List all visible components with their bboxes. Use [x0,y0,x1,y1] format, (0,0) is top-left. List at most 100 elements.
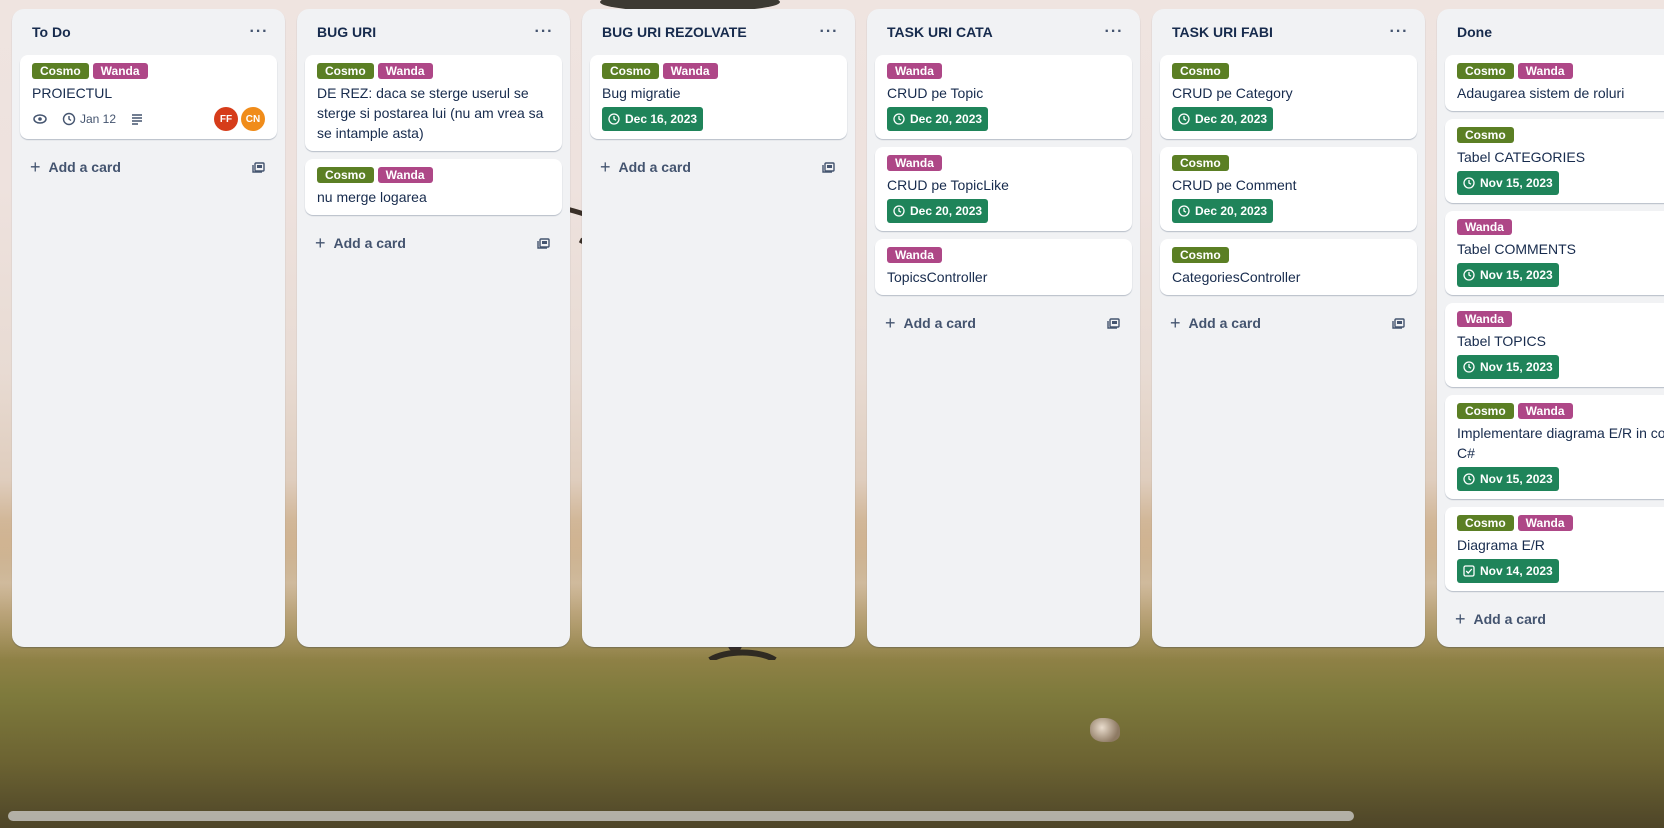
card-title: PROIECTUL [32,85,113,101]
due-date-badge[interactable]: Nov 15, 2023 [1457,467,1559,491]
clock-icon [893,205,905,217]
due-date-text: Nov 15, 2023 [1480,472,1553,486]
add-card-label: Add a card [333,235,406,251]
due-date-badge[interactable]: Dec 20, 2023 [1172,199,1274,223]
label-wanda[interactable]: Wanda [887,63,942,79]
card[interactable]: Wanda Tabel COMMENTS Nov 15, 2023 [1445,211,1664,295]
plus-icon: + [1455,609,1466,629]
card[interactable]: Wanda CRUD pe Topic Dec 20, 2023 [875,55,1132,139]
card-title: DE REZ: daca se sterge userul se sterge … [317,85,544,141]
list-menu-icon[interactable]: ··· [245,18,273,46]
list-title[interactable]: BUG URI REZOLVATE [602,24,747,40]
list-title[interactable]: BUG URI [317,24,376,40]
card[interactable]: Wanda TopicsController [875,239,1132,295]
label-wanda[interactable]: Wanda [1517,515,1573,531]
card[interactable]: Cosmo Wanda nu merge logarea [305,159,562,215]
label-cosmo[interactable]: Cosmo [602,63,659,79]
add-card-button[interactable]: + Add a card [885,314,976,332]
label-wanda[interactable]: Wanda [1517,63,1573,79]
label-cosmo[interactable]: Cosmo [1172,155,1229,171]
list-title[interactable]: To Do [32,24,71,40]
list-menu-icon[interactable]: ··· [1385,18,1413,46]
card-template-icon[interactable] [534,233,554,253]
plus-icon: + [30,157,41,177]
list-done: Done ··· Cosmo Wanda Adaugarea sistem de… [1437,9,1664,647]
card[interactable]: Cosmo CategoriesController [1160,239,1417,295]
card-labels: Cosmo Wanda [1457,63,1664,79]
label-wanda[interactable]: Wanda [377,167,433,183]
due-date-badge[interactable]: Dec 20, 2023 [887,199,989,223]
due-date-badge[interactable]: Dec 20, 2023 [1172,107,1274,131]
add-card-button[interactable]: + Add a card [1170,314,1261,332]
label-wanda[interactable]: Wanda [1517,403,1573,419]
clock-icon [893,113,905,125]
label-wanda[interactable]: Wanda [1457,219,1512,235]
due-date-text: Nov 15, 2023 [1480,360,1553,374]
label-cosmo[interactable]: Cosmo [1457,127,1514,143]
list-title[interactable]: TASK URI FABI [1172,24,1273,40]
card-template-icon[interactable] [249,157,269,177]
label-cosmo[interactable]: Cosmo [1457,515,1514,531]
card[interactable]: Cosmo CRUD pe Category Dec 20, 2023 [1160,55,1417,139]
due-date-badge[interactable]: Nov 15, 2023 [1457,263,1559,287]
card-template-icon[interactable] [1389,313,1409,333]
label-wanda[interactable]: Wanda [662,63,718,79]
avatar[interactable]: CN [241,107,265,131]
card-template-icon[interactable] [819,157,839,177]
label-wanda[interactable]: Wanda [887,247,942,263]
due-date-badge[interactable]: Dec 20, 2023 [887,107,989,131]
card[interactable]: Cosmo Wanda PROIECTUL Jan 12 FF CN [20,55,277,139]
label-cosmo[interactable]: Cosmo [32,63,89,79]
plus-icon: + [600,157,611,177]
list-menu-icon[interactable]: ··· [815,18,843,46]
add-card-button[interactable]: + Add a card [30,157,121,177]
list-footer: + Add a card [20,147,277,187]
label-wanda[interactable]: Wanda [377,63,433,79]
card[interactable]: Cosmo Wanda Bug migratie Dec 16, 2023 [590,55,847,139]
due-date-badge[interactable]: Nov 15, 2023 [1457,355,1559,379]
label-cosmo[interactable]: Cosmo [1172,247,1229,263]
card[interactable]: Wanda Tabel TOPICS Nov 15, 2023 [1445,303,1664,387]
due-date-badge[interactable]: Nov 14, 2023 [1457,559,1559,583]
label-cosmo[interactable]: Cosmo [1172,63,1229,79]
add-card-button[interactable]: + Add a card [315,234,406,252]
label-cosmo[interactable]: Cosmo [1457,63,1514,79]
horizontal-scrollbar[interactable] [8,811,1354,821]
due-date-badge[interactable]: Nov 15, 2023 [1457,171,1559,195]
card[interactable]: Wanda CRUD pe TopicLike Dec 20, 2023 [875,147,1132,231]
list-header: Done ··· [1445,9,1664,55]
card-labels: Cosmo [1172,63,1405,79]
card-labels: Cosmo Wanda [1457,403,1664,419]
add-card-button[interactable]: + Add a card [600,157,691,177]
card[interactable]: Cosmo Tabel CATEGORIES Nov 15, 2023 [1445,119,1664,203]
card[interactable]: Cosmo Wanda Adaugarea sistem de roluri [1445,55,1664,111]
list-menu-icon[interactable]: ··· [530,18,558,46]
avatar[interactable]: FF [214,107,238,131]
due-date-text: Nov 15, 2023 [1480,268,1553,282]
label-cosmo[interactable]: Cosmo [317,167,374,183]
card-title: Diagrama E/R [1457,537,1545,553]
label-wanda[interactable]: Wanda [887,155,942,171]
label-wanda[interactable]: Wanda [1457,311,1512,327]
card-template-icon[interactable] [1104,313,1124,333]
label-cosmo[interactable]: Cosmo [317,63,374,79]
card[interactable]: Cosmo Wanda DE REZ: daca se sterge useru… [305,55,562,151]
list-menu-icon[interactable]: ··· [1100,18,1128,46]
label-wanda[interactable]: Wanda [92,63,148,79]
due-date-text: Dec 20, 2023 [910,204,983,218]
card[interactable]: Cosmo CRUD pe Comment Dec 20, 2023 [1160,147,1417,231]
list-title[interactable]: Done [1457,24,1492,40]
add-card-button[interactable]: + Add a card [1455,609,1546,629]
clock-icon [1463,361,1475,373]
list-title[interactable]: TASK URI CATA [887,24,993,40]
bottom-strip [0,828,1664,836]
card-labels: Cosmo Wanda [317,167,550,183]
card-labels: Cosmo [1172,155,1405,171]
card-title: CRUD pe TopicLike [887,177,1009,193]
date-badge[interactable]: Jan 12 [62,112,116,126]
due-date-text: Nov 14, 2023 [1480,564,1553,578]
label-cosmo[interactable]: Cosmo [1457,403,1514,419]
due-date-badge[interactable]: Dec 16, 2023 [602,107,704,131]
card[interactable]: Cosmo Wanda Diagrama E/R Nov 14, 2023 [1445,507,1664,591]
card[interactable]: Cosmo Wanda Implementare diagrama E/R in… [1445,395,1664,499]
